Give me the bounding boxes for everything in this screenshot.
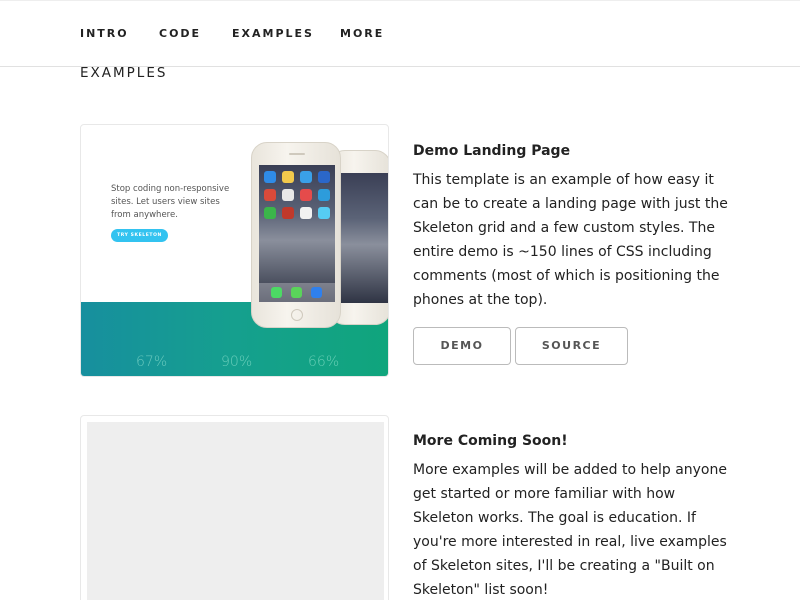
section-title: EXAMPLES (80, 65, 168, 81)
nav-link-examples[interactable]: EXAMPLES (232, 27, 314, 40)
soon-card-title: More Coming Soon! (413, 433, 568, 449)
demo-preview-image[interactable]: Stop coding non-responsive sites. Let us… (80, 124, 389, 377)
phone-front-image (251, 142, 341, 328)
nav-link-code[interactable]: CODE (159, 27, 201, 40)
preview-stat: 66% (308, 354, 340, 370)
preview-stat: 90% (221, 354, 253, 370)
top-navbar: INTRO CODE EXAMPLES MORE (0, 0, 800, 67)
demo-card-description: This template is an example of how easy … (413, 172, 728, 308)
preview-tagline: Stop coding non-responsive sites. Let us… (111, 184, 230, 220)
placeholder-box (87, 422, 384, 600)
coming-soon-placeholder-image (80, 415, 389, 600)
soon-card-description: More examples will be added to help anyo… (413, 462, 727, 598)
source-button[interactable]: SOURCE (515, 327, 628, 365)
nav-link-more[interactable]: MORE (340, 27, 384, 40)
demo-card-title: Demo Landing Page (413, 143, 571, 159)
preview-stat: 67% (136, 354, 168, 370)
demo-button[interactable]: DEMO (413, 327, 511, 365)
nav-link-intro[interactable]: INTRO (80, 27, 129, 40)
preview-cta-button: TRY SKELETON (111, 229, 168, 242)
